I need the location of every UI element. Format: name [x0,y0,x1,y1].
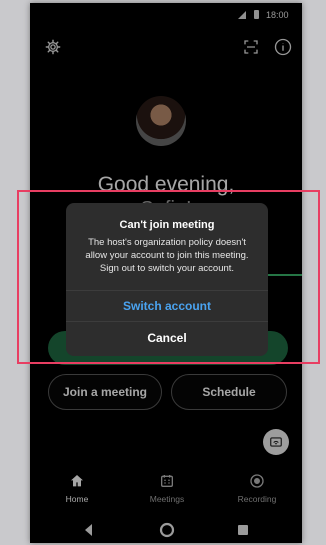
highlight-box [17,190,320,364]
